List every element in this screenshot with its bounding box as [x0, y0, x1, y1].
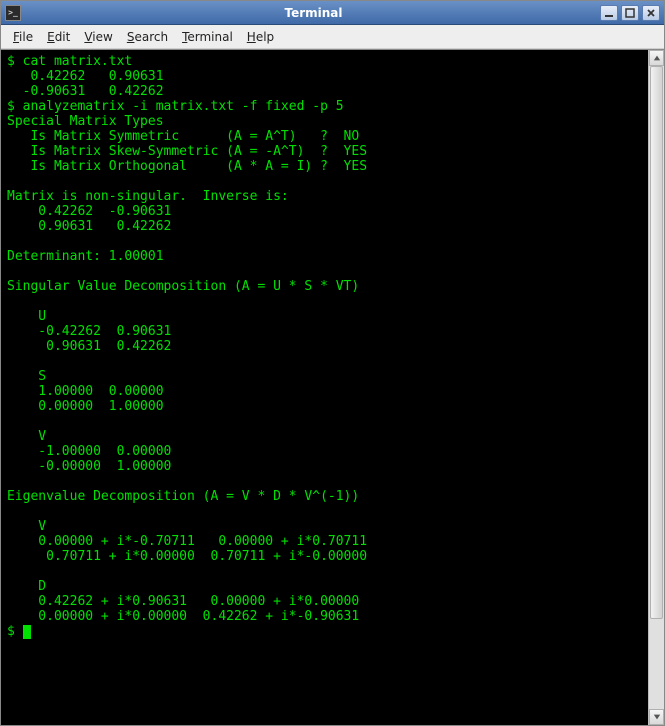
maximize-button[interactable]: [621, 5, 639, 21]
chevron-up-icon: [653, 54, 661, 62]
window-buttons: [600, 5, 660, 21]
minimize-icon: [604, 8, 614, 18]
terminal-content[interactable]: $ cat matrix.txt 0.42262 0.90631 -0.9063…: [1, 50, 648, 725]
menu-search[interactable]: Search: [121, 27, 174, 47]
scroll-up-button[interactable]: [649, 50, 664, 66]
menubar: File Edit View Search Terminal Help: [1, 25, 664, 49]
scroll-down-button[interactable]: [649, 709, 664, 725]
prompt: $: [7, 624, 23, 639]
window-title: Terminal: [27, 6, 600, 20]
menu-terminal[interactable]: Terminal: [176, 27, 239, 47]
scroll-thumb[interactable]: [650, 66, 663, 619]
menu-view[interactable]: View: [78, 27, 118, 47]
cursor: [23, 625, 31, 639]
terminal-window: Terminal File Edit View Search Terminal …: [0, 0, 665, 726]
maximize-icon: [625, 8, 635, 18]
terminal-area: $ cat matrix.txt 0.42262 0.90631 -0.9063…: [1, 49, 664, 725]
chevron-down-icon: [653, 713, 661, 721]
scrollbar[interactable]: [648, 50, 664, 725]
menu-edit[interactable]: Edit: [41, 27, 76, 47]
close-icon: [646, 8, 656, 18]
titlebar[interactable]: Terminal: [1, 1, 664, 25]
menu-file[interactable]: File: [7, 27, 39, 47]
menu-help[interactable]: Help: [241, 27, 280, 47]
minimize-button[interactable]: [600, 5, 618, 21]
scroll-track[interactable]: [649, 66, 664, 709]
terminal-icon: [5, 5, 21, 21]
close-button[interactable]: [642, 5, 660, 21]
